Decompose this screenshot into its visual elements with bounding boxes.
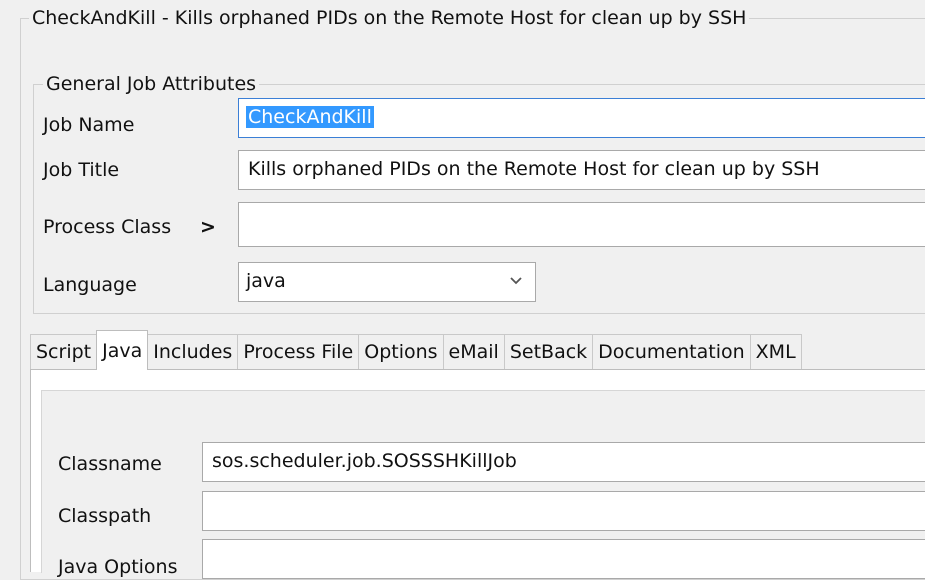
tab-includes[interactable]: Includes: [147, 334, 239, 370]
java-tab-panel: Classname sos.scheduler.job.SOSSSHKillJo…: [30, 369, 925, 579]
chevron-right-icon: >: [200, 216, 216, 238]
language-value: java: [246, 270, 286, 292]
job-name-label: Job Name: [43, 114, 135, 136]
classname-value: sos.scheduler.job.SOSSSHKillJob: [212, 450, 517, 472]
job-groupbox-title: CheckAndKill - Kills orphaned PIDs on th…: [29, 6, 750, 30]
classname-input[interactable]: sos.scheduler.job.SOSSSHKillJob: [202, 442, 925, 482]
java-options-label: Java Options: [58, 556, 178, 578]
tab-xml[interactable]: XML: [749, 334, 802, 370]
language-select[interactable]: java: [238, 262, 536, 302]
tab-process-file[interactable]: Process File: [237, 334, 360, 370]
classpath-label: Classpath: [58, 505, 152, 527]
process-class-label: Process Class: [43, 216, 172, 238]
process-class-more-button[interactable]: >: [200, 215, 216, 239]
process-class-input[interactable]: [238, 202, 925, 247]
job-tabs: Script Java Includes Process File Option…: [30, 330, 802, 370]
general-attributes-title: General Job Attributes: [43, 72, 260, 96]
tab-email[interactable]: eMail: [442, 334, 505, 370]
job-title-value: Kills orphaned PIDs on the Remote Host f…: [248, 158, 820, 180]
language-label: Language: [43, 274, 137, 296]
tab-documentation[interactable]: Documentation: [592, 334, 751, 370]
tab-options[interactable]: Options: [358, 334, 444, 370]
job-title-label: Job Title: [43, 159, 120, 181]
tab-setback[interactable]: SetBack: [503, 334, 594, 370]
chevron-down-icon: [509, 263, 523, 299]
classpath-input[interactable]: [202, 491, 925, 531]
job-name-input[interactable]: CheckAndKill: [238, 98, 925, 138]
classname-label: Classname: [58, 453, 162, 475]
java-settings-panel: Classname sos.scheduler.job.SOSSSHKillJo…: [41, 390, 925, 579]
java-options-input[interactable]: [202, 539, 925, 579]
tab-script[interactable]: Script: [30, 334, 98, 370]
tab-java[interactable]: Java: [96, 330, 149, 370]
job-name-value: CheckAndKill: [246, 106, 374, 128]
job-title-input[interactable]: Kills orphaned PIDs on the Remote Host f…: [238, 150, 925, 190]
